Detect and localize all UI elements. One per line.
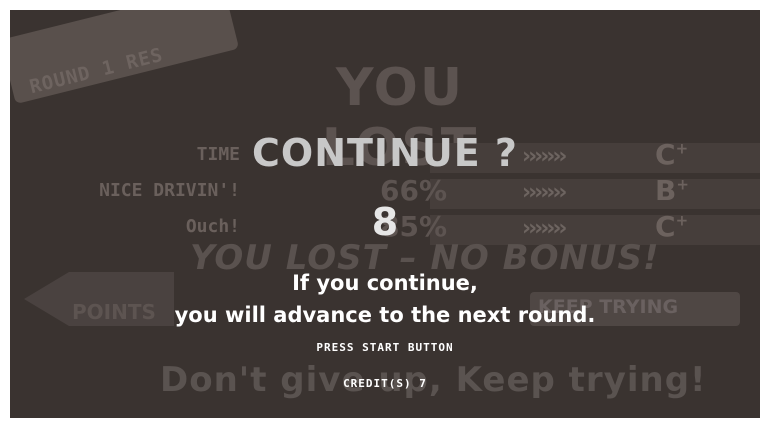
continue-title: CONTINUE ? — [252, 131, 518, 175]
stat-label-time: TIME — [196, 144, 240, 165]
stat-label-ouch: Ouch! — [185, 216, 240, 237]
chevron-arrows-icon: ››››››› — [522, 180, 568, 205]
grade-modifier: + — [676, 175, 689, 194]
credits-counter: CREDIT(S) 7 — [343, 377, 427, 390]
grade-modifier: + — [675, 211, 689, 230]
grade-letter: C — [655, 138, 676, 171]
press-start-prompt[interactable]: PRESS START BUTTON — [210, 341, 560, 354]
grade-ouch: C+ — [655, 210, 688, 243]
continue-screen: ROUND 1 RES YOU LOST TIME NICE DRIVIN'! … — [10, 10, 760, 418]
continue-countdown: 8 — [371, 200, 399, 244]
grade-time: C+ — [655, 138, 688, 171]
stat-stripe — [430, 179, 760, 209]
stat-label-nice-drivin: NICE DRIVIN'! — [99, 180, 240, 201]
grade-letter: B — [655, 174, 677, 207]
continue-message-line2: you will advance to the next round. — [174, 303, 596, 327]
grade-nice-drivin: B+ — [655, 174, 689, 207]
continue-message-line1: If you continue, — [292, 271, 478, 295]
grade-modifier: + — [675, 139, 689, 158]
game-frame: ROUND 1 RES YOU LOST TIME NICE DRIVIN'! … — [0, 0, 768, 430]
